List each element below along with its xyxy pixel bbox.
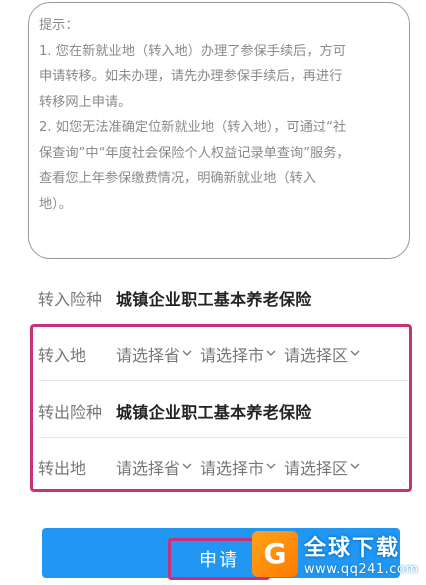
transfer-in-province-select[interactable]: 请选择省 (116, 342, 192, 366)
notice-title: 提示： (39, 18, 79, 33)
chevron-down-icon (182, 350, 192, 356)
notice-line: 转移网上申请。 (39, 94, 132, 110)
notice-line: 1. 您在新就业地（转入地）办理了参保手续后，方可 (39, 43, 346, 59)
transfer-out-place-row: 转出地 请选择省 请选择市 请选择区 (38, 455, 408, 479)
transfer-in-type-label: 转入险种 (38, 290, 103, 309)
transfer-out-place-label: 转出地 (38, 459, 87, 478)
transfer-in-district-select[interactable]: 请选择区 (284, 342, 360, 366)
transfer-in-district-text: 请选择区 (284, 346, 349, 365)
divider (38, 437, 408, 438)
transfer-out-type-row: 转出险种 城镇企业职工基本养老保险 (38, 399, 408, 423)
transfer-out-district-text: 请选择区 (284, 459, 349, 478)
watermark: G 全球下载 www.qq241.com (252, 530, 419, 577)
transfer-out-district-select[interactable]: 请选择区 (284, 455, 360, 479)
transfer-out-city-select[interactable]: 请选择市 (200, 455, 276, 479)
notice-line: 保查询”中“年度社会保险个人权益记录单查询”服务， (39, 145, 350, 161)
watermark-logo-icon: G (252, 530, 298, 577)
notice-line: 查看您上年参保缴费情况，明确新就业地（转入 (39, 171, 316, 186)
transfer-in-type-value: 城镇企业职工基本养老保险 (116, 290, 312, 309)
notice-line: 地）。 (39, 196, 72, 212)
watermark-title: 全球下载 (304, 536, 401, 561)
chevron-down-icon (266, 350, 276, 356)
transfer-out-province-text: 请选择省 (116, 459, 181, 478)
chevron-down-icon (182, 463, 192, 469)
transfer-in-type-row: 转入险种 城镇企业职工基本养老保险 (38, 286, 408, 310)
transfer-out-city-text: 请选择市 (200, 459, 265, 478)
notice-line: 2. 如您无法准确定位新就业地（转入地），可通过“社 (39, 120, 347, 135)
transfer-out-type-value: 城镇企业职工基本养老保险 (116, 403, 312, 422)
transfer-in-place-row: 转入地 请选择省 请选择市 请选择区 (38, 342, 408, 366)
chevron-down-icon (350, 350, 360, 356)
notice-line: 申请转移。如未办理，请先办理参保手续后，再进行 (39, 69, 343, 84)
transfer-in-place-label: 转入地 (38, 346, 87, 365)
chevron-down-icon (350, 463, 360, 469)
transfer-in-city-select[interactable]: 请选择市 (200, 342, 276, 366)
apply-button-label: 申请 (199, 550, 239, 571)
notice-box: 提示： 1. 您在新就业地（转入地）办理了参保手续后，方可 申请转移。如未办理，… (28, 2, 410, 259)
transfer-out-province-select[interactable]: 请选择省 (116, 455, 192, 479)
transfer-in-province-text: 请选择省 (116, 346, 181, 365)
divider (38, 380, 408, 381)
chevron-down-icon (266, 463, 276, 469)
transfer-in-city-text: 请选择市 (200, 346, 265, 365)
watermark-url: www.qq241.com (304, 562, 419, 577)
transfer-out-type-label: 转出险种 (38, 403, 103, 422)
